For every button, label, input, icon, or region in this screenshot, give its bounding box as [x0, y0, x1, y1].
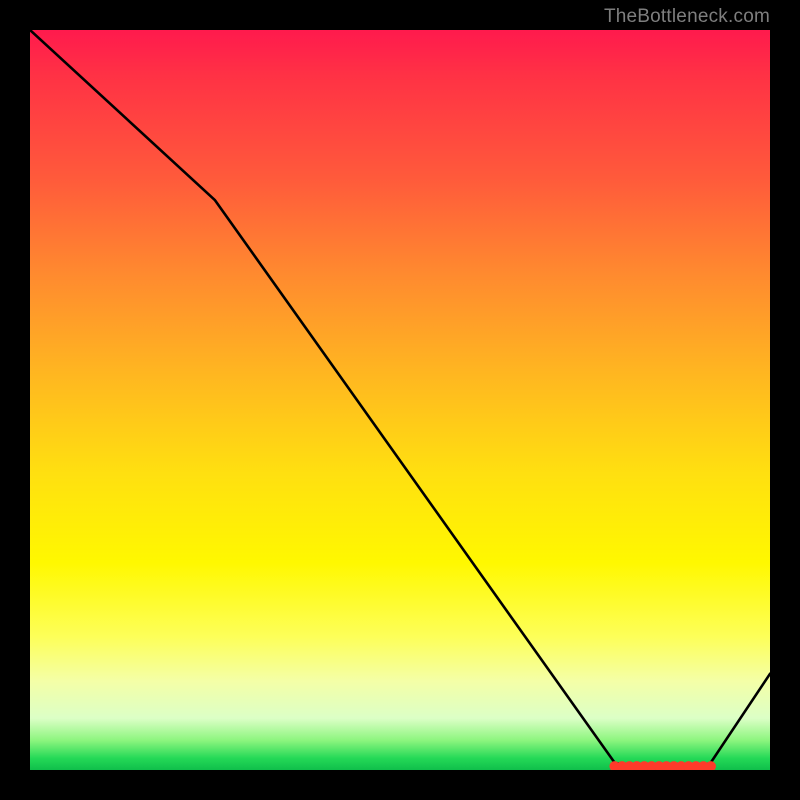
dot-marker: [706, 761, 716, 770]
chart-container: TheBottleneck.com: [0, 0, 800, 800]
watermark-text: TheBottleneck.com: [604, 6, 770, 28]
plot-area: [30, 30, 770, 770]
line-series: [30, 30, 770, 769]
dots-group: [609, 761, 716, 770]
chart-svg: [30, 30, 770, 770]
